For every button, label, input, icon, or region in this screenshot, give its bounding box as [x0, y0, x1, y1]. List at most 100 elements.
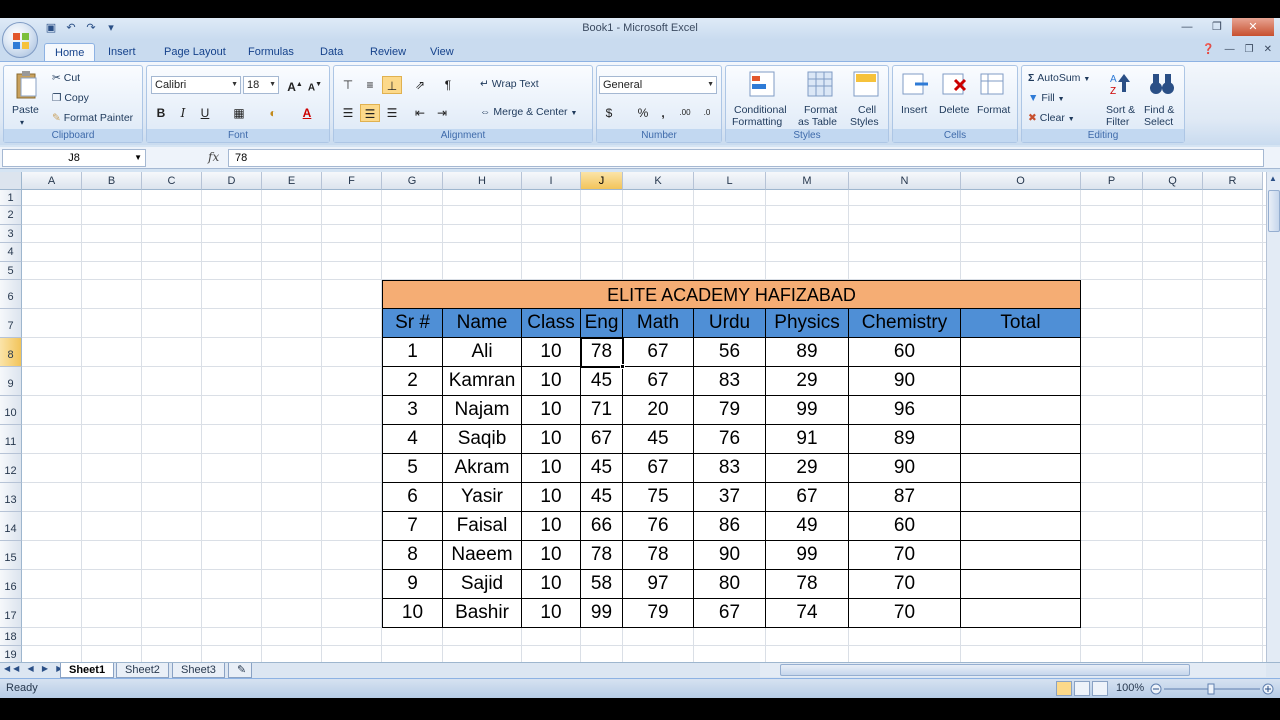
table-title[interactable]: ELITE ACADEMY HAFIZABAD: [382, 280, 1081, 309]
autosum-button[interactable]: Σ AutoSum ▼: [1028, 72, 1090, 84]
row-header-18[interactable]: 18: [0, 628, 22, 646]
table-cell[interactable]: 79: [694, 396, 766, 425]
column-header-f[interactable]: F: [322, 172, 382, 190]
sheet-tab-sheet2[interactable]: Sheet2: [116, 663, 169, 678]
borders-icon[interactable]: ▦: [229, 104, 249, 122]
tab-review[interactable]: Review: [360, 43, 416, 62]
table-cell[interactable]: 10: [522, 454, 581, 483]
row-header-11[interactable]: 11: [0, 425, 22, 454]
table-cell[interactable]: 3: [382, 396, 443, 425]
table-cell[interactable]: 90: [849, 454, 961, 483]
row-header-2[interactable]: 2: [0, 206, 22, 225]
currency-icon[interactable]: $: [599, 104, 619, 122]
zoom-slider[interactable]: [1150, 683, 1274, 695]
row-header-3[interactable]: 3: [0, 225, 22, 243]
table-cell[interactable]: 75: [623, 483, 694, 512]
table-cell[interactable]: 10: [522, 512, 581, 541]
table-cell[interactable]: 71: [581, 396, 623, 425]
table-cell[interactable]: 67: [694, 599, 766, 628]
table-header-cell[interactable]: Sr #: [382, 309, 443, 338]
number-format-combo[interactable]: General ▼: [599, 76, 717, 94]
column-header-k[interactable]: K: [623, 172, 694, 190]
format-as-table-button[interactable]: Format: [804, 104, 837, 116]
undo-icon[interactable]: ↶: [64, 21, 78, 35]
bold-button[interactable]: B: [151, 104, 171, 122]
help-icon[interactable]: ❓: [1202, 44, 1214, 55]
delete-button[interactable]: Delete: [939, 104, 969, 116]
row-header-13[interactable]: 13: [0, 483, 22, 512]
column-header-o[interactable]: O: [961, 172, 1081, 190]
tab-home[interactable]: Home: [44, 43, 96, 62]
column-header-a[interactable]: A: [22, 172, 82, 190]
merge-center-button[interactable]: ⇔ Merge & Center ▼: [480, 106, 577, 118]
table-cell[interactable]: 58: [581, 570, 623, 599]
page-break-view-icon[interactable]: [1092, 681, 1108, 696]
table-cell[interactable]: 78: [766, 570, 849, 599]
table-cell[interactable]: 67: [623, 454, 694, 483]
formula-input[interactable]: 78: [228, 149, 1264, 167]
table-header-cell[interactable]: Eng: [581, 309, 623, 338]
clear-button[interactable]: ✖ Clear ▼: [1028, 112, 1075, 124]
column-header-p[interactable]: P: [1081, 172, 1143, 190]
table-cell[interactable]: 49: [766, 512, 849, 541]
column-header-c[interactable]: C: [142, 172, 202, 190]
row-header-9[interactable]: 9: [0, 367, 22, 396]
normal-view-icon[interactable]: [1056, 681, 1072, 696]
row-header-10[interactable]: 10: [0, 396, 22, 425]
table-header-cell[interactable]: Physics: [766, 309, 849, 338]
table-cell[interactable]: 10: [522, 541, 581, 570]
table-cell[interactable]: Sajid: [443, 570, 522, 599]
table-cell[interactable]: 70: [849, 541, 961, 570]
align-bottom-icon[interactable]: ⊥: [382, 76, 402, 94]
column-header-l[interactable]: L: [694, 172, 766, 190]
page-layout-view-icon[interactable]: [1074, 681, 1090, 696]
table-cell[interactable]: [961, 483, 1081, 512]
table-cell[interactable]: 6: [382, 483, 443, 512]
table-cell[interactable]: Bashir: [443, 599, 522, 628]
align-left-icon[interactable]: ☰: [338, 104, 358, 122]
row-header-5[interactable]: 5: [0, 262, 22, 280]
table-header-cell[interactable]: Math: [623, 309, 694, 338]
table-cell[interactable]: 45: [623, 425, 694, 454]
table-cell[interactable]: 74: [766, 599, 849, 628]
conditional-formatting-button[interactable]: Conditional: [734, 104, 787, 116]
table-cell[interactable]: 67: [766, 483, 849, 512]
table-cell[interactable]: 29: [766, 454, 849, 483]
column-header-e[interactable]: E: [262, 172, 322, 190]
align-right-icon[interactable]: ☰: [382, 104, 402, 122]
table-cell[interactable]: 2: [382, 367, 443, 396]
row-header-7[interactable]: 7: [0, 309, 22, 338]
horizontal-scrollbar[interactable]: [760, 663, 1266, 677]
format-painter-button[interactable]: ✎ Format Painter: [52, 112, 133, 124]
table-cell[interactable]: 10: [522, 599, 581, 628]
sort-filter-button[interactable]: Sort &: [1106, 104, 1135, 116]
row-header-8[interactable]: 8: [0, 338, 22, 367]
sheet-tab-sheet3[interactable]: Sheet3: [172, 663, 225, 678]
table-cell[interactable]: Kamran: [443, 367, 522, 396]
save-icon[interactable]: ▣: [44, 21, 58, 35]
table-cell[interactable]: 9: [382, 570, 443, 599]
column-header-i[interactable]: I: [522, 172, 581, 190]
row-header-1[interactable]: 1: [0, 190, 22, 206]
cut-button[interactable]: ✂ Cut: [52, 72, 80, 84]
increase-indent-icon[interactable]: ⇥: [432, 104, 452, 122]
row-header-15[interactable]: 15: [0, 541, 22, 570]
table-cell[interactable]: 90: [694, 541, 766, 570]
table-cell[interactable]: [961, 338, 1081, 367]
decrease-indent-icon[interactable]: ⇤: [410, 104, 430, 122]
format-button[interactable]: Format: [977, 104, 1010, 116]
column-header-b[interactable]: B: [82, 172, 142, 190]
table-cell[interactable]: [961, 396, 1081, 425]
table-cell[interactable]: 67: [581, 425, 623, 454]
zoom-level[interactable]: 100%: [1116, 682, 1144, 694]
font-name-combo[interactable]: Calibri ▼: [151, 76, 241, 94]
table-cell[interactable]: 29: [766, 367, 849, 396]
column-header-h[interactable]: H: [443, 172, 522, 190]
table-header-cell[interactable]: Chemistry: [849, 309, 961, 338]
table-header-cell[interactable]: Name: [443, 309, 522, 338]
table-cell[interactable]: 76: [694, 425, 766, 454]
table-cell[interactable]: 99: [766, 541, 849, 570]
table-cell[interactable]: Akram: [443, 454, 522, 483]
vertical-scrollbar[interactable]: ▲: [1266, 172, 1280, 662]
table-cell[interactable]: 96: [849, 396, 961, 425]
